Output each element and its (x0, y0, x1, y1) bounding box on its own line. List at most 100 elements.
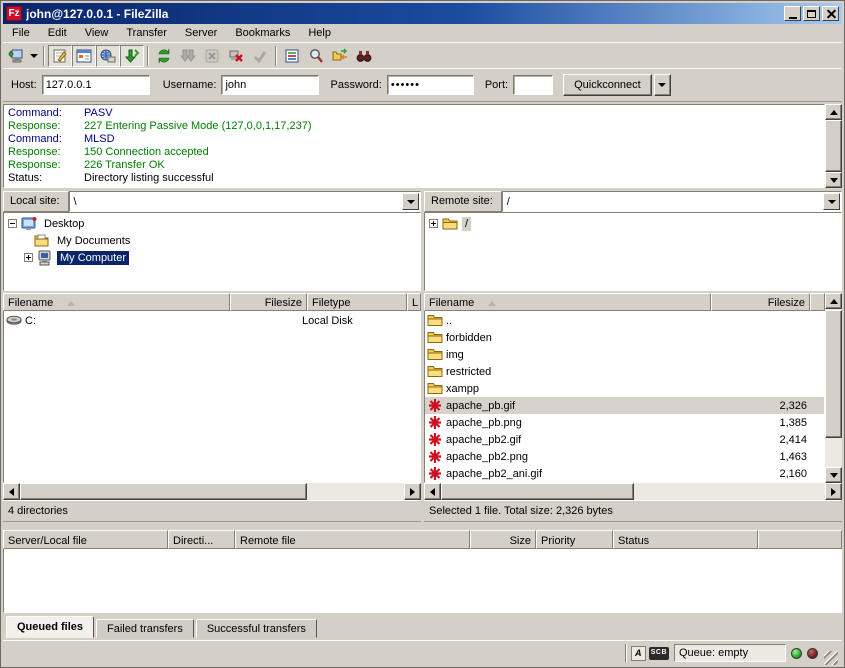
tab-failed-transfers[interactable]: Failed transfers (96, 619, 194, 638)
cancel-operation-button[interactable] (200, 45, 224, 67)
scroll-left-button[interactable] (3, 483, 20, 500)
file-row[interactable]: C: Local Disk (4, 312, 420, 329)
menu-transfer[interactable]: Transfer (117, 25, 176, 41)
file-row[interactable]: apache_pb2.gif 2,414 (425, 431, 824, 448)
toggle-transfer-queue-button[interactable] (120, 45, 144, 67)
username-input[interactable] (221, 75, 319, 95)
minimize-button[interactable] (784, 6, 801, 21)
column-header-direction[interactable]: Directi... (168, 530, 235, 549)
maximize-button[interactable] (803, 6, 820, 21)
file-row-selected[interactable]: apache_pb.gif 2,326 (425, 397, 824, 414)
column-header-filename[interactable]: Filename (424, 293, 711, 311)
refresh-button[interactable] (152, 45, 176, 67)
queue-list[interactable] (3, 549, 842, 613)
toggle-remote-tree-button[interactable] (96, 45, 120, 67)
scroll-down-button[interactable] (825, 467, 842, 483)
expand-expander[interactable] (429, 219, 438, 228)
collapse-expander[interactable] (8, 219, 17, 228)
tree-item-desktop[interactable]: Desktop (4, 215, 420, 232)
site-manager-button[interactable] (3, 45, 27, 67)
title-bar[interactable]: Fz john@127.0.0.1 - FileZilla (3, 3, 842, 24)
remote-tree[interactable]: / (424, 212, 842, 291)
message-log[interactable]: Command:PASV Response:227 Entering Passi… (3, 104, 825, 188)
remote-site-combo[interactable]: / (502, 191, 842, 212)
reconnect-button[interactable] (248, 45, 272, 67)
column-header-filetype[interactable]: Filetype (307, 293, 407, 311)
local-tree[interactable]: Desktop My Documents My Computer (3, 212, 421, 291)
local-list-body[interactable]: C: Local Disk (3, 311, 421, 483)
scroll-down-button[interactable] (825, 172, 842, 188)
scroll-up-button[interactable] (825, 104, 842, 120)
toggle-message-log-button[interactable] (48, 45, 72, 67)
tab-successful-transfers[interactable]: Successful transfers (196, 619, 317, 638)
resize-grip[interactable] (824, 651, 838, 665)
local-site-combo[interactable]: \ (69, 191, 421, 212)
file-row[interactable]: apache_pb.png 1,385 (425, 414, 824, 431)
scrollbar-thumb[interactable] (441, 483, 634, 500)
scrollbar-thumb[interactable] (825, 310, 842, 438)
remote-site-dropdown[interactable] (823, 193, 840, 210)
disconnect-button[interactable] (224, 45, 248, 67)
synchronized-browsing-button[interactable] (328, 45, 352, 67)
file-size: 2,160 (711, 468, 824, 480)
port-input[interactable] (513, 75, 553, 95)
site-manager-dropdown[interactable] (27, 45, 40, 67)
transfer-type-indicator-icon[interactable]: A (631, 646, 646, 661)
directory-comparison-button[interactable] (304, 45, 328, 67)
file-row[interactable]: apache_pb2.png 1,463 (425, 448, 824, 465)
log-vertical-scrollbar[interactable] (825, 104, 842, 188)
column-header-lastmodified[interactable]: L (407, 293, 421, 311)
column-header-status[interactable]: Status (613, 530, 758, 549)
menu-help[interactable]: Help (299, 25, 340, 41)
tree-label: Desktop (41, 217, 87, 231)
tab-queued-files[interactable]: Queued files (6, 616, 94, 638)
find-files-button[interactable] (352, 45, 376, 67)
menu-server[interactable]: Server (176, 25, 226, 41)
menu-view[interactable]: View (76, 25, 118, 41)
tree-item-my-documents[interactable]: My Documents (4, 232, 420, 249)
file-row[interactable]: forbidden (425, 329, 824, 346)
quickconnect-button[interactable]: Quickconnect (563, 74, 652, 96)
expand-expander[interactable] (24, 253, 33, 262)
tree-item-root[interactable]: / (425, 215, 841, 232)
computer-icon (37, 250, 54, 266)
file-row[interactable]: img (425, 346, 824, 363)
scrollbar-thumb[interactable] (825, 120, 842, 172)
toggle-local-tree-button[interactable] (72, 45, 96, 67)
file-row[interactable]: .. (425, 312, 824, 329)
file-row[interactable]: xampp (425, 380, 824, 397)
local-site-bar: Local site: \ (3, 191, 421, 212)
remote-list-body[interactable]: .. forbidden img restricted xampp (424, 311, 825, 483)
column-header-server-local-file[interactable]: Server/Local file (3, 530, 168, 549)
menu-edit[interactable]: Edit (39, 25, 76, 41)
password-input[interactable] (387, 75, 474, 95)
file-row[interactable]: apache_pb2_ani.gif 2,160 (425, 465, 824, 482)
scroll-up-button[interactable] (825, 293, 842, 309)
remote-list-header: Filename Filesize (424, 293, 825, 311)
scrollbar-thumb[interactable] (20, 483, 307, 500)
filter-button[interactable] (280, 45, 304, 67)
remote-horizontal-scrollbar[interactable] (424, 483, 842, 500)
menu-bookmarks[interactable]: Bookmarks (226, 25, 299, 41)
process-queue-button[interactable] (176, 45, 200, 67)
quickconnect-bar: Host: Username: Password: Port: Quickcon… (3, 68, 842, 102)
column-header-size[interactable]: Size (470, 530, 536, 549)
host-input[interactable] (42, 75, 150, 95)
scroll-left-button[interactable] (424, 483, 441, 500)
scroll-right-button[interactable] (404, 483, 421, 500)
close-button[interactable] (822, 6, 839, 21)
menu-file[interactable]: File (3, 25, 39, 41)
tree-item-my-computer[interactable]: My Computer (4, 249, 420, 266)
remote-list-vertical-scrollbar[interactable] (825, 293, 842, 483)
column-header-remote-file[interactable]: Remote file (235, 530, 470, 549)
column-header-priority[interactable]: Priority (536, 530, 613, 549)
local-site-dropdown[interactable] (402, 193, 419, 210)
column-header-filename[interactable]: Filename (3, 293, 230, 311)
log-line: Response:227 Entering Passive Mode (127,… (8, 120, 824, 133)
quickconnect-dropdown[interactable] (654, 74, 671, 96)
scroll-right-button[interactable] (825, 483, 842, 500)
file-row[interactable]: restricted (425, 363, 824, 380)
column-header-filesize[interactable]: Filesize (711, 293, 810, 311)
local-horizontal-scrollbar[interactable] (3, 483, 421, 500)
column-header-filesize[interactable]: Filesize (230, 293, 307, 311)
